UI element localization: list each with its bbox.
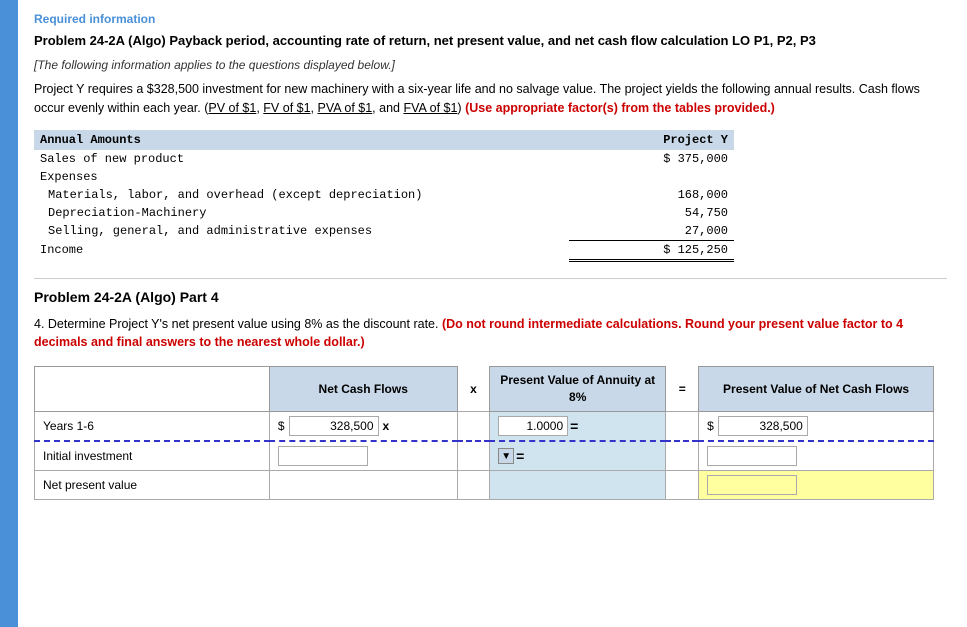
years-ncf-input[interactable] xyxy=(289,416,379,436)
pv-annuity-header: Present Value of Annuity at 8% xyxy=(490,367,666,412)
years-equals-sign: = xyxy=(570,418,578,434)
initial-x-cell xyxy=(457,441,490,471)
pv-link[interactable]: PV of $1 xyxy=(208,101,256,115)
sales-value: $ 375,000 xyxy=(569,150,734,168)
pv-net-header: Present Value of Net Cash Flows xyxy=(699,367,934,412)
sales-label: Sales of new product xyxy=(34,150,569,168)
income-label: Income xyxy=(34,240,569,260)
years-pv-dollar: $ xyxy=(707,419,714,433)
materials-label: Materials, labor, and overhead (except d… xyxy=(34,186,569,204)
section-divider xyxy=(34,278,947,279)
bold-red-text: (Use appropriate factor(s) from the tabl… xyxy=(465,101,775,115)
main-content: Required information Problem 24-2A (Algo… xyxy=(18,0,967,627)
initial-eq-cell xyxy=(666,441,699,471)
problem-title: Problem 24-2A (Algo) Payback period, acc… xyxy=(34,32,947,50)
pva-link[interactable]: PVA of $1 xyxy=(318,101,373,115)
dropdown-arrow-icon[interactable]: ▼ xyxy=(498,448,514,464)
page-container: Required information Problem 24-2A (Algo… xyxy=(0,0,967,627)
initial-pva-cell: ▼ = xyxy=(490,441,666,471)
project-y-header: Project Y xyxy=(569,130,734,150)
initial-pv-input[interactable] xyxy=(707,446,797,466)
npv-x-cell xyxy=(457,470,490,499)
selling-label: Selling, general, and administrative exp… xyxy=(34,222,569,241)
materials-value: 168,000 xyxy=(569,186,734,204)
npv-pv-input[interactable] xyxy=(707,475,797,495)
annual-amounts-table: Annual Amounts Project Y Sales of new pr… xyxy=(34,130,734,262)
initial-equals-sign: = xyxy=(516,448,524,464)
expenses-value xyxy=(569,168,734,186)
table-header-row: Annual Amounts Project Y xyxy=(34,130,734,150)
table-row: Sales of new product $ 375,000 xyxy=(34,150,734,168)
depreciation-label: Depreciation-Machinery xyxy=(34,204,569,222)
npv-label: Net present value xyxy=(35,470,270,499)
problem4-text1: 4. Determine Project Y's net present val… xyxy=(34,317,442,331)
italics-note: [The following information applies to th… xyxy=(34,58,947,72)
comma2: , xyxy=(311,101,318,115)
npv-row: Net present value xyxy=(35,470,934,499)
npv-pv-cell xyxy=(699,470,934,499)
and-text: , and xyxy=(372,101,403,115)
years-pv-cell: $ xyxy=(699,411,934,441)
table-row: Materials, labor, and overhead (except d… xyxy=(34,186,734,204)
close-paren: ) xyxy=(457,101,465,115)
initial-ncf-cell xyxy=(269,441,457,471)
npv-table: Net Cash Flows x Present Value of Annuit… xyxy=(34,366,934,500)
times-icon: x xyxy=(383,419,390,433)
initial-label: Initial investment xyxy=(35,441,270,471)
part-heading: Problem 24-2A (Algo) Part 4 xyxy=(34,289,947,305)
npv-header-row: Net Cash Flows x Present Value of Annuit… xyxy=(35,367,934,412)
selling-value: 27,000 xyxy=(569,222,734,241)
initial-pv-cell xyxy=(699,441,934,471)
npv-ncf-cell xyxy=(269,470,457,499)
initial-row: Initial investment ▼ = xyxy=(35,441,934,471)
income-value: $ 125,250 xyxy=(569,240,734,260)
years-label: Years 1-6 xyxy=(35,411,270,441)
problem-instructions: 4. Determine Project Y's net present val… xyxy=(34,315,947,353)
years-pv-input[interactable] xyxy=(718,416,808,436)
fva-link[interactable]: FVA of $1 xyxy=(403,101,457,115)
npv-pva-cell xyxy=(490,470,666,499)
x-header: x xyxy=(457,367,490,412)
initial-ncf-input[interactable] xyxy=(278,446,368,466)
years-row: Years 1-6 $ x = xyxy=(35,411,934,441)
equals-header: = xyxy=(666,367,699,412)
left-accent-bar xyxy=(0,0,18,627)
npv-eq-cell xyxy=(666,470,699,499)
net-cash-flows-header: Net Cash Flows xyxy=(269,367,457,412)
years-eq-cell xyxy=(666,411,699,441)
years-ncf-cell: $ x xyxy=(269,411,457,441)
table-row: Selling, general, and administrative exp… xyxy=(34,222,734,241)
table-row: Depreciation-Machinery 54,750 xyxy=(34,204,734,222)
expenses-label: Expenses xyxy=(34,168,569,186)
depreciation-value: 54,750 xyxy=(569,204,734,222)
empty-header xyxy=(35,367,270,412)
years-pva-cell: = xyxy=(490,411,666,441)
required-info-label: Required information xyxy=(34,12,947,26)
project-description: Project Y requires a $328,500 investment… xyxy=(34,80,947,118)
years-x-cell xyxy=(457,411,490,441)
fv-link[interactable]: FV of $1 xyxy=(263,101,310,115)
table-row: Expenses xyxy=(34,168,734,186)
table-row: Income $ 125,250 xyxy=(34,240,734,260)
years-dollar: $ xyxy=(278,419,285,433)
years-pva-input[interactable] xyxy=(498,416,568,436)
annual-amounts-header: Annual Amounts xyxy=(34,130,569,150)
